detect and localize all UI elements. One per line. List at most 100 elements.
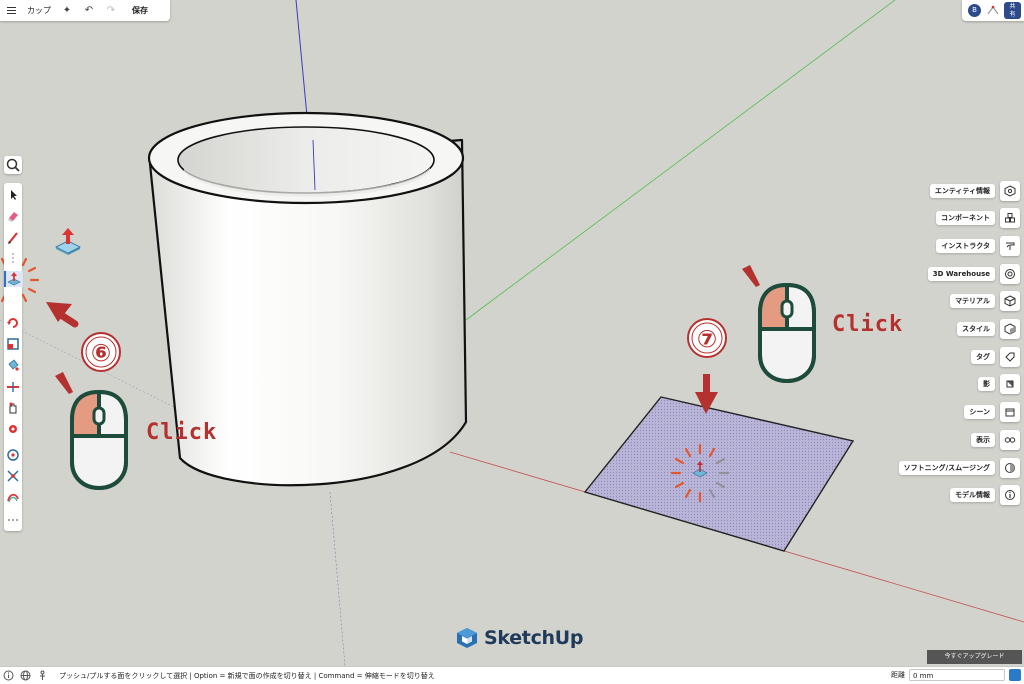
panel-styles[interactable]: スタイル [957, 319, 1020, 339]
info-icon[interactable] [0, 667, 17, 684]
rectangle-face[interactable] [583, 396, 855, 552]
more-icon [8, 519, 18, 521]
push-pull-icon [7, 272, 21, 286]
styles-icon[interactable] [1000, 319, 1020, 339]
more-tools[interactable] [5, 511, 21, 527]
warehouse-icon[interactable] [1000, 264, 1020, 284]
panel-materials[interactable]: マテリアル [950, 291, 1020, 311]
panel-tags[interactable]: タグ [971, 347, 1020, 367]
offset-tool[interactable] [5, 379, 21, 395]
panel-label: スタイル [957, 322, 995, 336]
panel-label: コンポーネント [936, 211, 995, 225]
push-pull-tool[interactable] [4, 271, 23, 287]
panel-instructor[interactable]: インストラクタ [936, 236, 1020, 256]
panel-model-info[interactable]: モデル情報 [950, 485, 1020, 505]
search-tool-button[interactable] [4, 156, 22, 174]
mouse-left-click-icon [55, 372, 128, 491]
select-tool[interactable] [5, 187, 21, 203]
orbit-tool[interactable] [5, 400, 21, 416]
document-title[interactable]: カップ [22, 0, 56, 21]
undo-icon[interactable]: ↶ [78, 0, 100, 21]
share-label-line2: 有 [1009, 11, 1016, 18]
entity-info-icon[interactable] [1000, 181, 1020, 201]
globe-icon[interactable] [17, 667, 34, 684]
zoom-icon [7, 449, 19, 461]
eraser-icon [8, 212, 18, 222]
panel-scenes[interactable]: シーン [964, 402, 1020, 422]
top-toolbar: カップ ✦ ↶ ↷ 保存 [0, 0, 170, 21]
sketchup-logo-icon [457, 628, 477, 648]
share-label-line1: 共 [1009, 3, 1016, 10]
step7-number: ⑦ [697, 325, 717, 353]
follow-me-tool[interactable] [5, 489, 21, 505]
arrow-to-tool [46, 302, 79, 328]
hand-icon [9, 402, 17, 414]
scale-icon [7, 338, 19, 350]
scale-tool[interactable] [5, 336, 21, 352]
panel-label: インストラクタ [936, 239, 995, 253]
dashed-line-icon [12, 253, 14, 265]
upgrade-button[interactable]: 今すぐアップグレード [927, 650, 1022, 664]
pencil-tool[interactable] [5, 230, 21, 246]
panel-display[interactable]: 表示 [971, 430, 1020, 450]
redo-icon[interactable]: ↷ [100, 0, 122, 21]
profile-avatar[interactable]: B [968, 4, 981, 17]
push-pull-cursor-icon [55, 228, 81, 255]
panel-3d-warehouse[interactable]: 3D Warehouse [927, 264, 1020, 284]
green-axis [465, 0, 896, 321]
panel-label: エンティティ情報 [929, 184, 995, 198]
soften-icon[interactable] [1000, 458, 1020, 478]
app-status-icon[interactable] [1009, 669, 1021, 681]
line-tool[interactable] [5, 251, 21, 267]
sparkle-icon[interactable]: ✦ [56, 0, 78, 21]
display-icon[interactable] [1000, 430, 1020, 450]
paint-bucket-icon [8, 359, 19, 371]
eraser-tool[interactable] [5, 208, 21, 224]
status-bar: プッシュ/プルする面をクリックして選択 | Option = 新規で面の作成を切… [0, 666, 1024, 684]
save-button[interactable]: 保存 [122, 0, 158, 21]
step6-number: ⑥ [91, 339, 111, 367]
panel-label: 表示 [971, 433, 995, 447]
top-right-bar: B 共 有 [962, 0, 1024, 21]
status-message: プッシュ/プルする面をクリックして選択 | Option = 新規で面の作成を切… [59, 671, 435, 680]
panel-label: 3D Warehouse [927, 267, 995, 281]
panel-label: タグ [971, 350, 995, 364]
shadows-icon[interactable] [1000, 374, 1020, 394]
tags-icon[interactable] [1000, 347, 1020, 367]
offset-icon [7, 382, 19, 392]
panel-components[interactable]: コンポーネント [936, 208, 1020, 228]
step6-marker: ⑥ [81, 332, 121, 372]
click-label-1: Click [146, 420, 218, 445]
panel-label: マテリアル [950, 294, 995, 308]
measure-label: 距離 [891, 671, 905, 679]
left-toolbar [4, 183, 23, 531]
share-button[interactable]: 共 有 [1004, 2, 1021, 19]
logo-text: SketchUp [484, 627, 584, 649]
zoom-extents-tool[interactable] [5, 447, 21, 463]
components-icon[interactable] [1000, 208, 1020, 228]
axes-tool[interactable] [5, 468, 21, 484]
tape-measure-icon [9, 425, 17, 433]
menu-icon[interactable] [0, 0, 22, 21]
panel-entity-info[interactable]: エンティティ情報 [929, 181, 1020, 201]
panel-label: 影 [978, 377, 995, 391]
model-info-icon[interactable] [1000, 485, 1020, 505]
notification-icon[interactable] [986, 4, 1000, 17]
panel-label: シーン [964, 405, 995, 419]
arrow-cursor-icon [11, 190, 17, 200]
tape-measure-tool[interactable] [5, 421, 21, 437]
instructor-icon[interactable] [1000, 236, 1020, 256]
panel-shadows[interactable]: 影 [978, 374, 1020, 394]
follow-me-icon [7, 493, 19, 503]
paint-bucket-tool[interactable] [5, 357, 21, 373]
pencil-icon [8, 232, 18, 244]
scenes-icon[interactable] [1000, 402, 1020, 422]
measurements-input[interactable]: 0 mm [909, 669, 1005, 681]
materials-icon[interactable] [1000, 291, 1020, 311]
sketchup-logo: SketchUp [456, 625, 584, 651]
rotate-tool[interactable] [5, 315, 21, 331]
panel-soften-smooth[interactable]: ソフトニング/スムージング [898, 458, 1020, 478]
search-icon [6, 158, 20, 172]
person-icon[interactable] [34, 667, 51, 684]
panel-label: モデル情報 [950, 488, 995, 502]
